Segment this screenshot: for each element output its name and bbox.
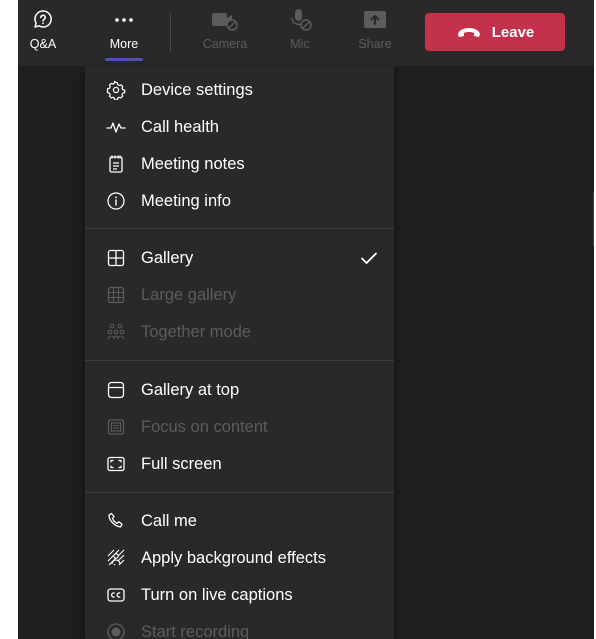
notes-icon bbox=[109, 155, 123, 173]
menu-item-label: Start recording bbox=[141, 623, 250, 639]
menu-item-gallery[interactable]: Gallery bbox=[85, 239, 394, 276]
qa-button[interactable]: Q&A bbox=[18, 8, 68, 60]
menu-item-large-gallery[interactable]: Large gallery bbox=[85, 276, 394, 313]
share-button[interactable]: Share bbox=[350, 8, 400, 60]
menu-item-label: Device settings bbox=[141, 81, 253, 99]
menu-item-background-effects[interactable]: Apply background effects bbox=[85, 539, 394, 576]
info-icon bbox=[107, 192, 125, 210]
video-edge bbox=[593, 192, 594, 246]
captions-icon bbox=[107, 588, 125, 602]
leave-button[interactable]: Leave bbox=[425, 13, 565, 51]
menu-item-label: Meeting notes bbox=[141, 155, 245, 173]
gear-icon bbox=[106, 80, 126, 100]
menu-item-label: Gallery bbox=[141, 249, 194, 267]
meeting-window: Q&A More Camera Mic Share Leave Device s… bbox=[18, 0, 594, 639]
menu-item-meeting-info[interactable]: Meeting info bbox=[85, 182, 394, 219]
background-effects-icon bbox=[107, 549, 125, 566]
more-button[interactable]: More bbox=[99, 8, 149, 60]
pulse-icon bbox=[106, 122, 126, 133]
menu-item-label: Full screen bbox=[141, 455, 222, 473]
focus-icon bbox=[107, 419, 125, 435]
leave-label: Leave bbox=[491, 23, 535, 41]
camera-button[interactable]: Camera bbox=[200, 8, 250, 60]
share-label: Share bbox=[358, 37, 392, 51]
camera-label: Camera bbox=[202, 37, 248, 51]
menu-item-label: Focus on content bbox=[141, 418, 268, 436]
mic-label: Mic bbox=[290, 37, 310, 51]
gallery-icon bbox=[107, 249, 125, 267]
qa-icon bbox=[34, 10, 52, 28]
phone-icon bbox=[108, 512, 123, 528]
qa-label: Q&A bbox=[29, 37, 57, 51]
menu-item-label: Together mode bbox=[141, 323, 252, 341]
together-mode-icon bbox=[107, 323, 125, 340]
menu-divider bbox=[85, 492, 394, 493]
menu-item-together-mode[interactable]: Together mode bbox=[85, 313, 394, 350]
fullscreen-icon bbox=[107, 456, 125, 472]
menu-item-label: Apply background effects bbox=[141, 549, 326, 567]
menu-item-device-settings[interactable]: Device settings bbox=[85, 71, 394, 108]
menu-item-meeting-notes[interactable]: Meeting notes bbox=[85, 145, 394, 182]
menu-item-call-health[interactable]: Call health bbox=[85, 108, 394, 145]
menu-item-start-recording[interactable]: Start recording bbox=[85, 613, 394, 639]
menu-item-label: Gallery at top bbox=[141, 381, 240, 399]
more-dots-icon bbox=[115, 18, 133, 22]
large-gallery-icon bbox=[107, 286, 125, 304]
more-label: More bbox=[109, 37, 139, 51]
more-options-menu: Device settings Call health Meeting note… bbox=[85, 66, 394, 639]
meeting-toolbar: Q&A More Camera Mic Share Leave bbox=[18, 0, 594, 66]
menu-item-label: Meeting info bbox=[141, 192, 231, 210]
toolbar-separator bbox=[170, 14, 171, 52]
menu-divider bbox=[85, 360, 394, 361]
menu-divider bbox=[85, 228, 394, 229]
record-icon bbox=[107, 623, 125, 639]
menu-item-focus-on-content[interactable]: Focus on content bbox=[85, 408, 394, 445]
menu-item-label: Turn on live captions bbox=[141, 586, 293, 604]
menu-item-gallery-at-top[interactable]: Gallery at top bbox=[85, 371, 394, 408]
camera-off-icon bbox=[212, 13, 238, 31]
mic-off-icon bbox=[291, 9, 312, 31]
checkmark-icon bbox=[361, 252, 377, 264]
menu-item-label: Call me bbox=[141, 512, 197, 530]
gallery-top-icon bbox=[107, 381, 125, 399]
more-active-indicator bbox=[105, 58, 143, 61]
hang-up-icon bbox=[457, 28, 480, 37]
menu-item-label: Call health bbox=[141, 118, 219, 136]
share-tray-icon bbox=[364, 11, 386, 28]
mic-button[interactable]: Mic bbox=[275, 8, 325, 60]
menu-item-full-screen[interactable]: Full screen bbox=[85, 445, 394, 482]
menu-item-live-captions[interactable]: Turn on live captions bbox=[85, 576, 394, 613]
menu-item-label: Large gallery bbox=[141, 286, 237, 304]
menu-item-call-me[interactable]: Call me bbox=[85, 502, 394, 539]
